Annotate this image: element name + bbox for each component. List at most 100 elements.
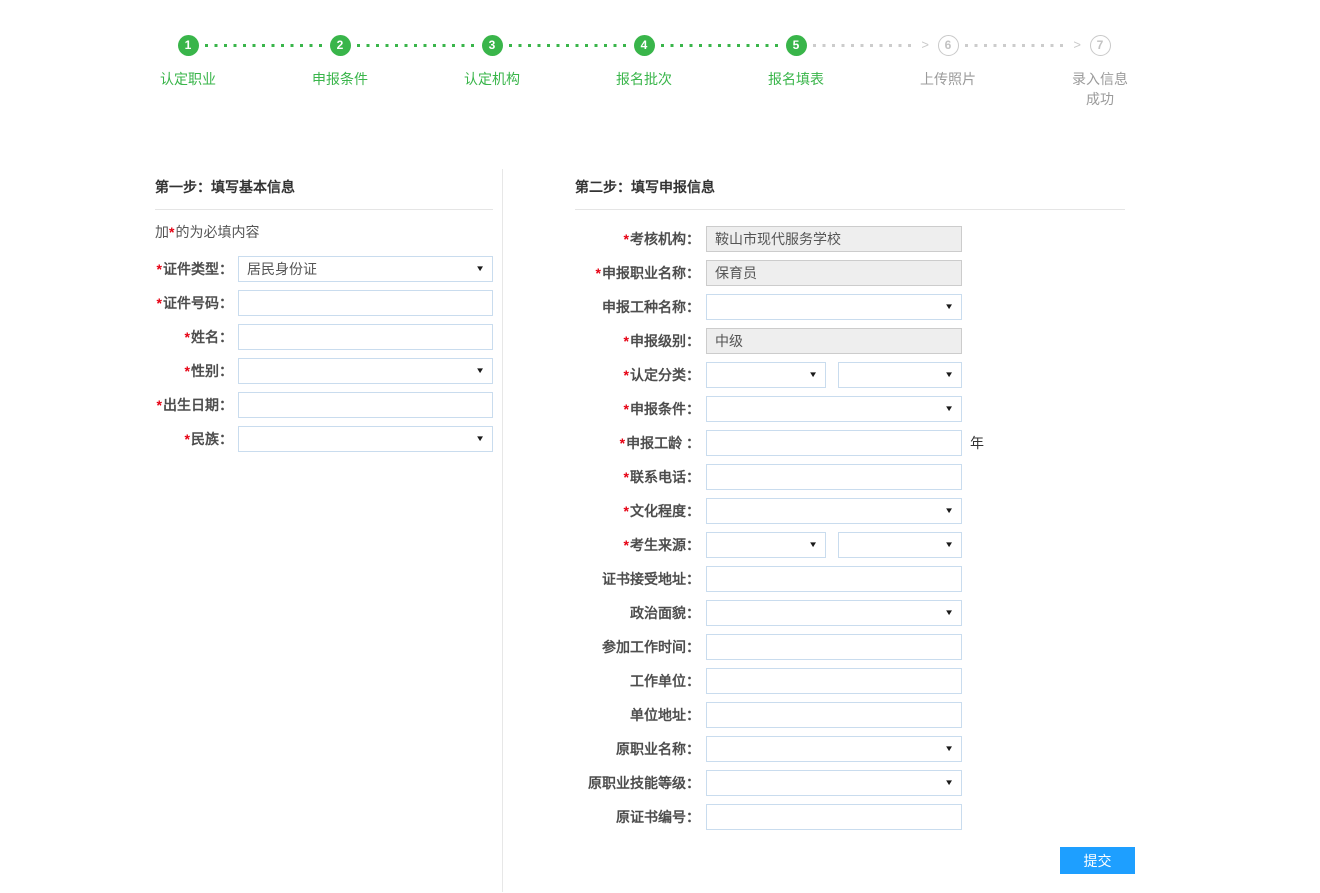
birth-date-label-text: 出生日期： (163, 397, 233, 413)
work-unit-row: 工作单位： (575, 668, 1125, 694)
prev-skill-level-label: 原职业技能等级： (575, 773, 700, 793)
step-luru-chenggong-circle-icon: 7 (1090, 35, 1111, 56)
declare-worktype-select[interactable]: ▼ (706, 294, 962, 320)
identify-category-label-text: 认定分类： (630, 367, 700, 383)
chevron-down-icon: ▼ (944, 541, 954, 550)
chevron-down-icon: ▼ (475, 265, 485, 274)
required-star: * (624, 503, 629, 519)
identify-category-label: *认定分类： (575, 365, 700, 385)
contact-phone-input[interactable] (706, 464, 962, 490)
basic-info-panel: 第一步：填写基本信息 加*的为必填内容 *证件类型：居民身份证▼*证件号码：*姓… (0, 169, 503, 892)
gender-row: *性别：▼ (155, 358, 502, 384)
ethnicity-select[interactable]: ▼ (238, 426, 493, 452)
prev-cert-number-row: 原证书编号： (575, 804, 1125, 830)
required-note-prefix: 加 (155, 224, 169, 240)
education-level-select[interactable]: ▼ (706, 498, 962, 524)
unit-address-label-text: 单位地址： (630, 707, 700, 723)
step-luru-chenggong-label: 录入信息成功 (1068, 69, 1132, 109)
declare-occupation-label: *申报职业名称： (575, 263, 700, 283)
required-star: * (624, 231, 629, 247)
required-note: 加*的为必填内容 (155, 222, 502, 242)
cert-address-input[interactable] (706, 566, 962, 592)
candidate-source-select-primary[interactable]: ▼ (706, 532, 826, 558)
step-shenbao-tiaojian-label: 申报条件 (264, 69, 416, 89)
political-status-row: 政治面貌： ▼ (575, 600, 1125, 626)
identify-category-select-secondary[interactable]: ▼ (838, 362, 962, 388)
assess-org-row: *考核机构：鞍山市现代服务学校 (575, 226, 1125, 252)
required-star: * (157, 397, 162, 413)
step-shenbao-tiaojian-circle-icon: 2 (330, 35, 351, 56)
full-name-label: *姓名： (155, 327, 233, 347)
chevron-down-icon: ▼ (944, 507, 954, 516)
prev-skill-level-select[interactable]: ▼ (706, 770, 962, 796)
required-star: * (624, 333, 629, 349)
cert-type-label-text: 证件类型： (163, 261, 233, 277)
prev-cert-number-label: 原证书编号： (575, 807, 700, 827)
candidate-source-select-secondary[interactable]: ▼ (838, 532, 962, 558)
unit-address-label: 单位地址： (575, 705, 700, 725)
cert-type-row: *证件类型： 居民身份证▼ (155, 256, 502, 282)
prev-skill-level-label-text: 原职业技能等级： (588, 775, 700, 791)
form-area: 第一步：填写基本信息 加*的为必填内容 *证件类型：居民身份证▼*证件号码：*姓… (0, 169, 1320, 892)
work-years-row: *申报工龄 ： 年 (575, 430, 1125, 456)
basic-info-title: 第一步：填写基本信息 (155, 177, 493, 210)
birth-date-label: *出生日期： (155, 395, 233, 415)
birth-date-input[interactable] (238, 392, 493, 418)
declare-condition-select[interactable]: ▼ (706, 396, 962, 422)
cert-address-label-text: 证书接受地址： (602, 571, 700, 587)
declare-condition-row: *申报条件：▼ (575, 396, 1125, 422)
step-baoming-pici: 4报名批次 (568, 35, 720, 109)
required-star: * (624, 367, 629, 383)
gender-select[interactable]: ▼ (238, 358, 493, 384)
prev-occupation-label: 原职业名称： (575, 739, 700, 759)
step-baoming-pici-circle-icon: 4 (634, 35, 655, 56)
required-star: * (596, 265, 601, 281)
candidate-source-label-text: 考生来源： (630, 537, 700, 553)
assess-org-label: *考核机构： (575, 229, 700, 249)
cert-type-select[interactable]: 居民身份证▼ (238, 256, 493, 282)
declare-condition-label-text: 申报条件： (630, 401, 700, 417)
unit-address-input[interactable] (706, 702, 962, 728)
work-years-label: *申报工龄 ： (575, 433, 700, 453)
work-start-time-input[interactable] (706, 634, 962, 660)
identify-category-select-primary[interactable]: ▼ (706, 362, 826, 388)
political-status-label: 政治面貌： (575, 603, 700, 623)
declare-occupation-label-text: 申报职业名称： (602, 265, 700, 281)
contact-phone-row: *联系电话： (575, 464, 1125, 490)
ethnicity-label-text: 民族： (191, 431, 233, 447)
gender-label-text: 性别： (191, 363, 233, 379)
cert-number-input[interactable] (238, 290, 493, 316)
chevron-down-icon: ▼ (944, 371, 954, 380)
cert-number-label: *证件号码： (155, 293, 233, 313)
education-level-label-text: 文化程度： (630, 503, 700, 519)
required-star: * (185, 431, 190, 447)
candidate-source-row: *考生来源：▼▼ (575, 532, 1125, 558)
political-status-select[interactable]: ▼ (706, 600, 962, 626)
work-unit-label-text: 工作单位： (630, 673, 700, 689)
chevron-down-icon: ▼ (944, 609, 954, 618)
education-level-row: *文化程度： ▼ (575, 498, 1125, 524)
required-star: * (157, 295, 162, 311)
declare-occupation-readonly-field: 保育员 (706, 260, 962, 286)
step-renzhi-jigou-circle-icon: 3 (482, 35, 503, 56)
work-years-input[interactable] (706, 430, 962, 456)
step-baoming-tianbiao: 5>报名填表 (720, 35, 872, 109)
step-renzhi-jigou-label: 认定机构 (416, 69, 568, 89)
prev-cert-number-input[interactable] (706, 804, 962, 830)
step-shangchuan-zhaopian-circle-icon: 6 (938, 35, 959, 56)
full-name-input[interactable] (238, 324, 493, 350)
step-shangchuan-zhaopian-label: 上传照片 (872, 69, 1024, 89)
work-start-time-label: 参加工作时间： (575, 637, 700, 657)
ethnicity-label: *民族： (155, 429, 233, 449)
chevron-down-icon: ▼ (944, 779, 954, 788)
declare-info-title: 第二步：填写申报信息 (575, 177, 1125, 210)
submit-button[interactable]: 提交 (1060, 847, 1135, 874)
required-star: * (157, 261, 162, 277)
ethnicity-row: *民族：▼ (155, 426, 502, 452)
declare-worktype-row: 申报工种名称：▼ (575, 294, 1125, 320)
step-baoming-tianbiao-label: 报名填表 (720, 69, 872, 89)
work-unit-input[interactable] (706, 668, 962, 694)
cert-address-label: 证书接受地址： (575, 569, 700, 589)
work-years-unit-suffix: 年 (970, 433, 984, 453)
prev-occupation-select[interactable]: ▼ (706, 736, 962, 762)
